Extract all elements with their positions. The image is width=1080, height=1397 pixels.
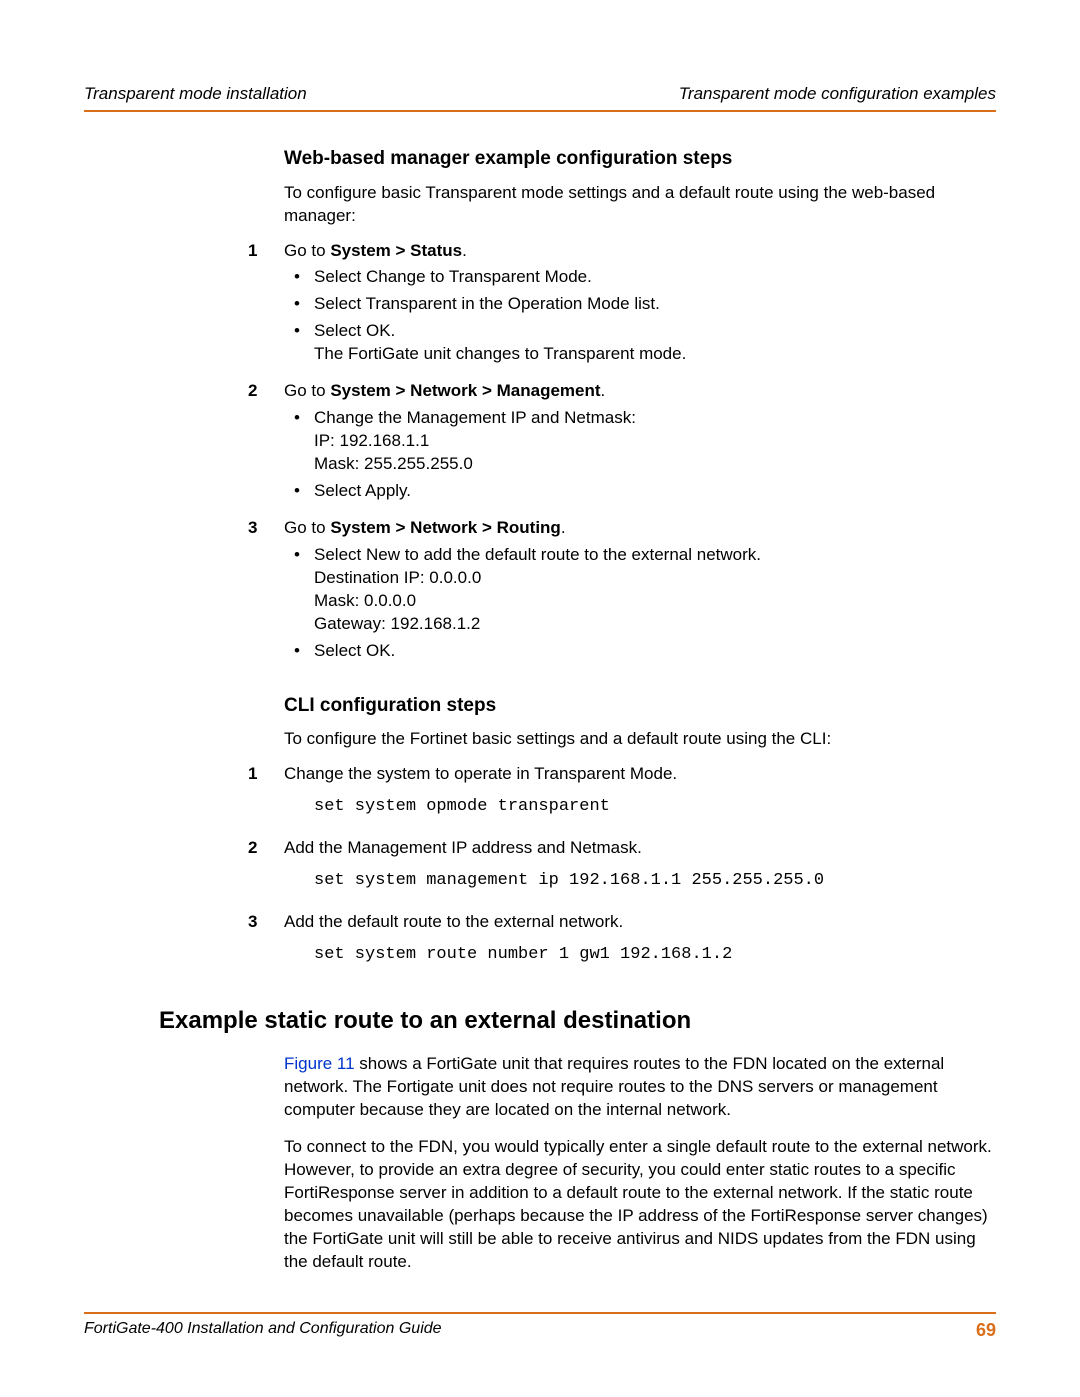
- step-instruction: Add the default route to the external ne…: [284, 911, 996, 934]
- step-instruction: Change the system to operate in Transpar…: [284, 763, 996, 786]
- cli-command: set system route number 1 gw1 192.168.1.…: [314, 944, 996, 967]
- step-body: Change the system to operate in Transpar…: [284, 763, 996, 831]
- web-steps-list: 1Go to System > Status.Select Change to …: [284, 240, 996, 671]
- step-number: 2: [248, 380, 284, 403]
- step-body: Add the default route to the external ne…: [284, 911, 996, 979]
- web-step: 3Go to System > Network > Routing.Select…: [284, 517, 996, 671]
- static-para-1: Figure 11 shows a FortiGate unit that re…: [284, 1053, 996, 1122]
- bullet-item: Select Change to Transparent Mode.: [284, 266, 996, 289]
- cli-step: 3Add the default route to the external n…: [284, 911, 996, 979]
- bullet-subline: IP: 192.168.1.1: [314, 430, 996, 453]
- page-footer: FortiGate-400 Installation and Configura…: [84, 1312, 996, 1341]
- step-bullets: Select New to add the default route to t…: [284, 544, 996, 663]
- section-title-web: Web-based manager example configuration …: [284, 146, 996, 172]
- bullet-subline: Mask: 255.255.255.0: [314, 453, 996, 476]
- header-rule: [84, 110, 996, 112]
- bullet-item: Select OK.: [284, 640, 996, 663]
- header-right: Transparent mode configuration examples: [679, 84, 996, 104]
- web-step: 1Go to System > Status.Select Change to …: [284, 240, 996, 375]
- cli-command: set system opmode transparent: [314, 796, 996, 819]
- step-bullets: Select Change to Transparent Mode. Select…: [284, 266, 996, 366]
- bullet-subline: The FortiGate unit changes to Transparen…: [314, 343, 996, 366]
- footer-rule: [84, 1312, 996, 1314]
- section-title-static: Example static route to an external dest…: [159, 1005, 996, 1037]
- step-instruction: Add the Management IP address and Netmas…: [284, 837, 996, 860]
- web-step: 2Go to System > Network > Management.Cha…: [284, 380, 996, 511]
- bullet-item: Select Apply.: [284, 480, 996, 503]
- step-instruction: Go to System > Status.: [284, 240, 996, 263]
- static-p1-tail: shows a FortiGate unit that requires rou…: [284, 1054, 944, 1119]
- running-header: Transparent mode installation Transparen…: [84, 84, 996, 110]
- section-title-cli: CLI configuration steps: [284, 693, 996, 719]
- footer-page-number: 69: [976, 1320, 996, 1341]
- step-bullets: Change the Management IP and Netmask:IP:…: [284, 407, 996, 503]
- content-body: Web-based manager example configuration …: [284, 146, 996, 1274]
- bullet-item: Select OK.The FortiGate unit changes to …: [284, 320, 996, 366]
- bullet-item: Select Transparent in the Operation Mode…: [284, 293, 996, 316]
- bullet-item: Select New to add the default route to t…: [284, 544, 996, 636]
- step-number: 3: [248, 517, 284, 540]
- step-instruction: Go to System > Network > Management.: [284, 380, 996, 403]
- cli-steps-list: 1Change the system to operate in Transpa…: [284, 763, 996, 979]
- step-body: Add the Management IP address and Netmas…: [284, 837, 996, 905]
- bullet-subline: Mask: 0.0.0.0: [314, 590, 996, 613]
- bullet-item: Change the Management IP and Netmask:IP:…: [284, 407, 996, 476]
- bullet-subline: Destination IP: 0.0.0.0: [314, 567, 996, 590]
- header-left: Transparent mode installation: [84, 84, 307, 104]
- step-number: 2: [248, 837, 284, 860]
- footer-guide-title: FortiGate-400 Installation and Configura…: [84, 1320, 442, 1341]
- cli-intro: To configure the Fortinet basic settings…: [284, 728, 996, 751]
- cli-step: 1Change the system to operate in Transpa…: [284, 763, 996, 831]
- nav-path: System > Status: [330, 241, 462, 260]
- step-number: 1: [248, 763, 284, 786]
- step-body: Go to System > Network > Management. Chan…: [284, 380, 996, 511]
- footer-row: FortiGate-400 Installation and Configura…: [84, 1320, 996, 1341]
- figure-ref-link[interactable]: Figure 11: [284, 1054, 355, 1073]
- web-intro: To configure basic Transparent mode sett…: [284, 182, 996, 228]
- bullet-subline: Gateway: 192.168.1.2: [314, 613, 996, 636]
- nav-path: System > Network > Routing: [330, 518, 561, 537]
- step-number: 3: [248, 911, 284, 934]
- static-para-2: To connect to the FDN, you would typical…: [284, 1136, 996, 1274]
- step-number: 1: [248, 240, 284, 263]
- step-body: Go to System > Status. Select Change to T…: [284, 240, 996, 375]
- page: Transparent mode installation Transparen…: [0, 0, 1080, 1397]
- cli-command: set system management ip 192.168.1.1 255…: [314, 870, 996, 893]
- step-body: Go to System > Network > Routing. Select …: [284, 517, 996, 671]
- nav-path: System > Network > Management: [330, 381, 600, 400]
- step-instruction: Go to System > Network > Routing.: [284, 517, 996, 540]
- cli-step: 2Add the Management IP address and Netma…: [284, 837, 996, 905]
